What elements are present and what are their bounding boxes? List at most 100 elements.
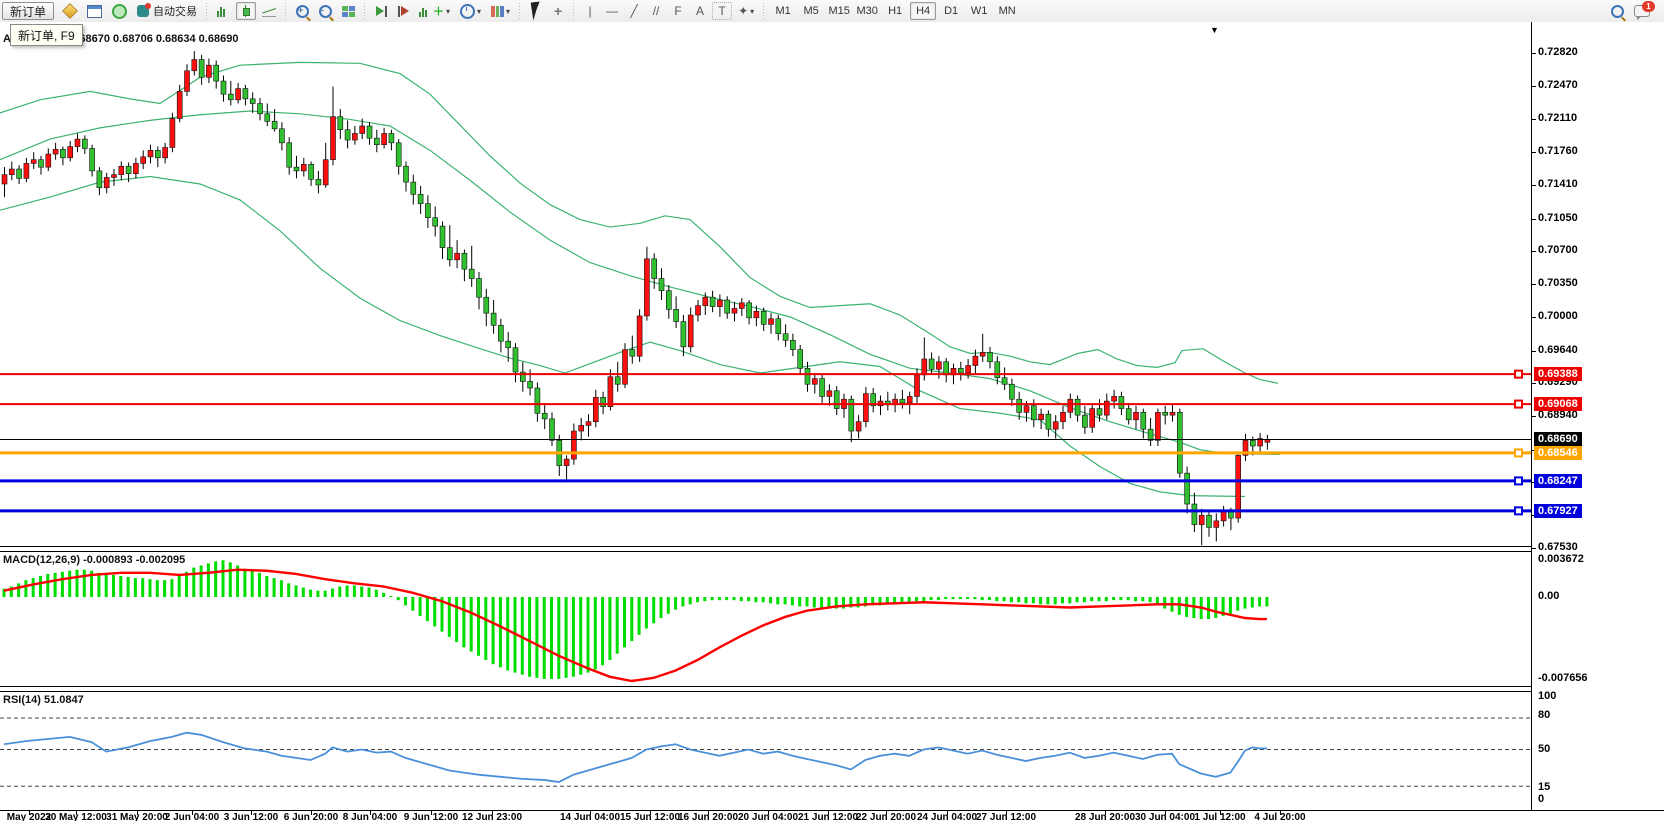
line-chart-mode-button[interactable]	[258, 2, 280, 20]
zoom-out-button[interactable]: -	[315, 2, 336, 20]
fibonacci-tool-button[interactable]: F	[668, 2, 688, 20]
timeframe-m15-button[interactable]: M15	[826, 2, 852, 20]
price-chart-canvas[interactable]	[0, 22, 1531, 546]
horizontal-line-tool-button[interactable]: —	[602, 2, 622, 20]
price-badge[interactable]: 0.69388	[1534, 367, 1582, 381]
time-axis-label: 27 Jun 12:00	[976, 812, 1036, 821]
candle	[404, 162, 409, 192]
macd-canvas[interactable]	[0, 550, 1531, 686]
candle	[39, 156, 44, 175]
level-line-marker[interactable]	[1515, 507, 1522, 514]
macd-histogram-bar	[733, 597, 736, 600]
level-line-marker[interactable]	[1515, 401, 1522, 408]
macd-histogram-bar	[119, 576, 122, 597]
candle	[513, 343, 518, 382]
candle	[710, 291, 715, 313]
level-line-marker[interactable]	[1515, 477, 1522, 484]
trendline-tool-button[interactable]: ╱	[624, 2, 644, 20]
time-axis[interactable]: May 202230 May 12:0031 May 20:002 Jun 04…	[0, 810, 1664, 821]
timeframe-m1-button[interactable]: M1	[770, 2, 796, 20]
macd-histogram-bar	[1090, 597, 1093, 601]
timeframe-w1-button[interactable]: W1	[966, 2, 992, 20]
macd-histogram-bar	[922, 597, 925, 601]
candle	[469, 246, 474, 287]
candlestick-mode-button[interactable]	[236, 2, 256, 20]
macd-histogram-bar	[1251, 597, 1254, 608]
macd-histogram-bar	[1003, 597, 1006, 601]
macd-histogram-bar	[667, 597, 670, 614]
price-badge[interactable]: 0.68546	[1534, 446, 1582, 460]
market-button[interactable]	[59, 2, 81, 20]
candle	[82, 135, 87, 154]
panel-separator[interactable]	[0, 546, 1535, 552]
price-chart-panel[interactable]: AUDUSD,H4 0.68670 0.68706 0.68634 0.6869…	[0, 22, 1531, 546]
text-label-tool-button[interactable]: T	[712, 2, 732, 20]
macd-histogram-bar	[1178, 597, 1181, 615]
templates-button[interactable]: ▾	[487, 2, 514, 20]
price-axis-label: 0.71760	[1538, 145, 1578, 157]
periods-button[interactable]: ▾	[456, 2, 485, 20]
candle	[1082, 406, 1087, 434]
rsi-axis-label: 100	[1538, 690, 1556, 702]
arrows-tool-button[interactable]: ✦▾	[734, 2, 758, 20]
macd-histogram-bar	[76, 570, 79, 597]
cursor-tool-button[interactable]	[526, 2, 546, 20]
new-order-button[interactable]: 新订单	[2, 2, 54, 20]
panel-separator[interactable]	[0, 686, 1535, 692]
tile-windows-button[interactable]	[338, 2, 359, 20]
timeframe-d1-button[interactable]: D1	[938, 2, 964, 20]
chart-shift-button[interactable]	[393, 2, 413, 20]
vertical-line-tool-button[interactable]: |	[580, 2, 600, 20]
auto-scroll-button[interactable]	[371, 2, 391, 20]
macd-histogram-bar	[535, 597, 538, 678]
timeframe-h1-button[interactable]: H1	[882, 2, 908, 20]
toolbar-separator	[571, 3, 577, 19]
text-tool-button[interactable]: A	[690, 2, 710, 20]
new-chart-button[interactable]	[83, 2, 106, 20]
macd-histogram-bar	[302, 588, 305, 597]
candle	[374, 130, 379, 152]
bar-chart-mode-button[interactable]	[213, 2, 234, 20]
vertical-line-icon: |	[589, 4, 592, 18]
rsi-panel[interactable]: RSI(14) 51.0847	[0, 690, 1531, 810]
macd-histogram-bar	[579, 597, 582, 675]
price-badge[interactable]: 0.67927	[1534, 504, 1582, 518]
equidistant-channel-icon: //	[653, 4, 660, 18]
rsi-axis-label: 80	[1538, 709, 1550, 721]
level-line-marker[interactable]	[1515, 371, 1522, 378]
macd-histogram-bar	[1098, 597, 1101, 601]
candle	[1199, 509, 1204, 545]
signals-button[interactable]	[108, 2, 131, 20]
price-axis[interactable]: 0.728200.724700.721100.717600.714100.710…	[1531, 22, 1664, 810]
template-palette-icon	[491, 6, 504, 17]
timeframe-mn-button[interactable]: MN	[994, 2, 1020, 20]
notifications-button[interactable]: 1	[1630, 2, 1654, 20]
time-axis-label: 3 Jun 12:00	[224, 812, 278, 821]
macd-histogram-bar	[97, 573, 100, 597]
price-badge[interactable]: 0.68247	[1534, 474, 1582, 488]
price-axis-label: 0.70350	[1538, 277, 1578, 289]
auto-trading-button[interactable]: 自动交易	[133, 2, 201, 20]
channel-tool-button[interactable]: //	[646, 2, 666, 20]
timeframe-m30-button[interactable]: M30	[854, 2, 880, 20]
crosshair-icon: +	[554, 5, 562, 17]
rsi-canvas[interactable]	[0, 690, 1531, 810]
macd-histogram-bar	[127, 577, 130, 597]
candle	[221, 75, 226, 101]
toolbar-separator	[517, 3, 523, 19]
indicators-button[interactable]: ＋▾	[415, 2, 454, 20]
macd-histogram-bar	[652, 597, 655, 623]
search-button[interactable]	[1607, 2, 1628, 20]
chart-shift-marker[interactable]: ▼	[1210, 25, 1219, 35]
crosshair-tool-button[interactable]: +	[548, 2, 568, 20]
timeframe-h4-button[interactable]: H4	[910, 2, 936, 20]
price-badge[interactable]: 0.68690	[1534, 432, 1582, 446]
macd-histogram-bar	[397, 597, 400, 600]
price-badge[interactable]: 0.69068	[1534, 397, 1582, 411]
macd-panel[interactable]: MACD(12,26,9) -0.000893 -0.002095	[0, 550, 1531, 686]
text-label-icon: T	[718, 4, 725, 18]
level-line-marker[interactable]	[1515, 449, 1522, 456]
timeframe-m5-button[interactable]: M5	[798, 2, 824, 20]
candle	[1009, 379, 1014, 406]
zoom-in-button[interactable]: +	[292, 2, 313, 20]
